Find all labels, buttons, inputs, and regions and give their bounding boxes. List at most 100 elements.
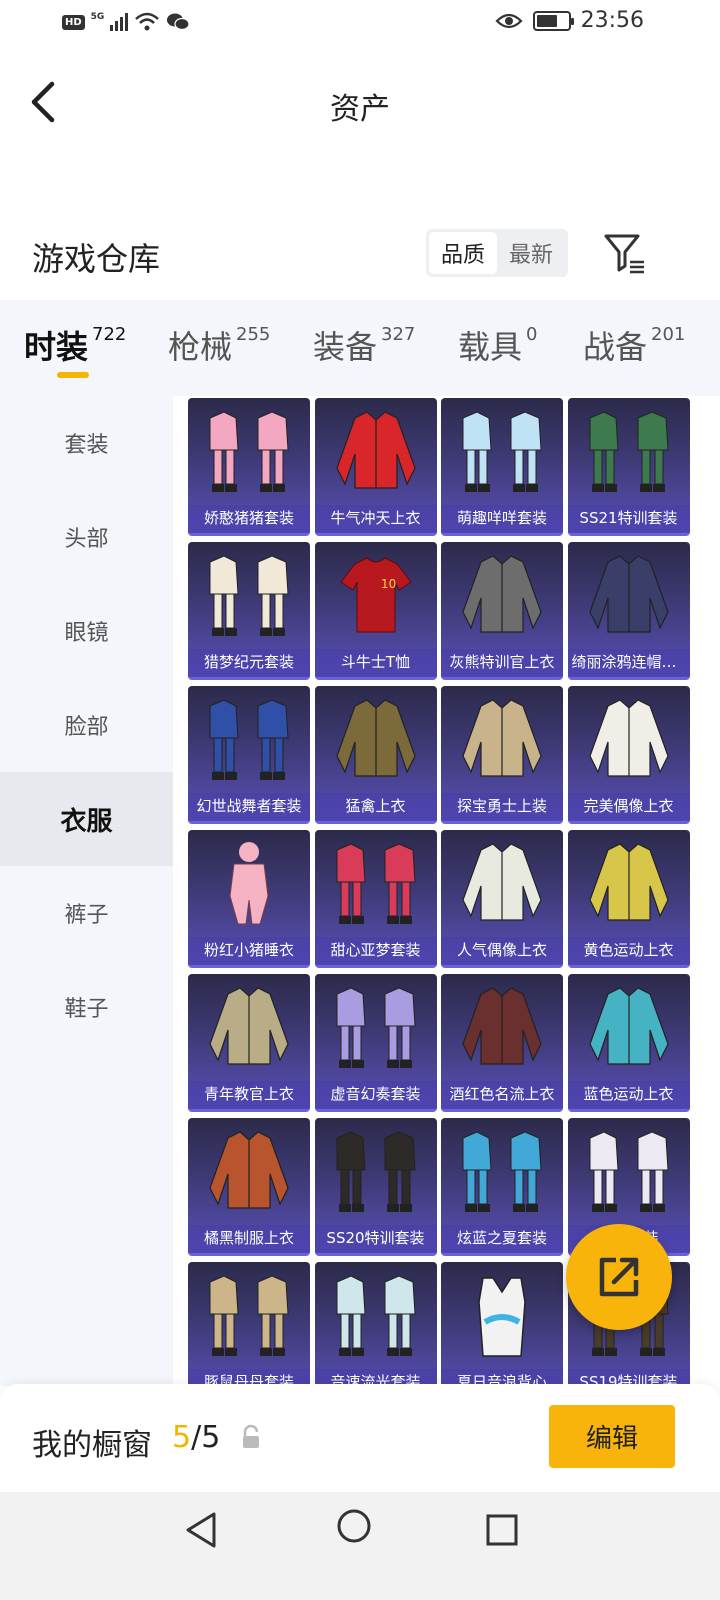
item-card[interactable]: 粉红小猪睡衣	[188, 830, 310, 968]
nav-back-icon	[186, 1512, 216, 1548]
item-card[interactable]: 猎梦纪元套装	[188, 542, 310, 680]
lock-icon	[240, 1424, 262, 1450]
item-card[interactable]: 完美偶像上衣	[567, 686, 690, 824]
item-name: 酒红色名流上衣	[441, 1081, 563, 1109]
subcategory-shoes[interactable]: 鞋子	[0, 960, 173, 1054]
item-name: 牛气冲天上衣	[314, 505, 437, 533]
subcategory-suit[interactable]: 套装	[0, 396, 173, 490]
item-image	[441, 542, 563, 650]
subcategory-head[interactable]: 头部	[0, 490, 173, 584]
item-card[interactable]: 甜心亚梦套装	[314, 830, 437, 968]
item-name: 幻世战舞者套装	[188, 793, 310, 821]
item-image	[441, 830, 563, 938]
tab-label: 枪械	[168, 328, 233, 366]
sort-option-quality[interactable]: 品质	[429, 232, 497, 274]
item-card[interactable]: 牛气冲天上衣	[314, 398, 437, 536]
edit-button[interactable]: 编辑	[549, 1405, 675, 1468]
nav-home-icon	[337, 1509, 371, 1543]
status-time: 23:56	[580, 8, 644, 33]
item-card[interactable]: 灰熊特训官上衣	[441, 542, 563, 680]
nav-home-button[interactable]	[336, 1508, 372, 1544]
item-name: 蓝色运动上衣	[567, 1081, 690, 1109]
tab-count: 0	[526, 324, 538, 345]
item-card[interactable]: 幻世战舞者套装	[188, 686, 310, 824]
item-card[interactable]: 音速流光套装	[314, 1262, 437, 1386]
subcategory-glasses[interactable]: 眼镜	[0, 584, 173, 678]
showcase-separator: /	[191, 1420, 202, 1455]
tab-count: 327	[381, 324, 416, 345]
item-card[interactable]: 探宝勇士上装	[441, 686, 563, 824]
item-image	[315, 1118, 437, 1226]
item-card[interactable]: 人气偶像上衣	[441, 830, 563, 968]
item-name: 探宝勇士上装	[441, 793, 563, 821]
item-name: SS20特训套装	[314, 1225, 437, 1253]
sort-option-newest[interactable]: 最新	[497, 232, 565, 274]
item-card[interactable]: SS20特训套装	[314, 1118, 437, 1256]
item-card[interactable]: 豚鼠丹丹套装	[188, 1262, 310, 1386]
item-card[interactable]: 虚音幻奏套装	[314, 974, 437, 1112]
status-left: HD 5G	[62, 12, 190, 32]
item-name: 完美偶像上衣	[567, 793, 690, 821]
tab-fashion[interactable]: 时装 722	[24, 322, 126, 368]
wechat-icon	[167, 13, 190, 31]
system-navigation-bar	[0, 1492, 720, 1600]
item-card[interactable]: 10 斗牛士T恤	[314, 542, 437, 680]
item-image	[568, 542, 690, 650]
item-card[interactable]: 酒红色名流上衣	[441, 974, 563, 1112]
item-image	[568, 830, 690, 938]
item-image	[441, 1118, 563, 1226]
tab-combat-supplies[interactable]: 战备 201	[583, 322, 685, 368]
item-image	[188, 398, 310, 506]
item-card[interactable]: 黄色运动上衣	[567, 830, 690, 968]
item-name: 娇憨猪猪套装	[188, 505, 310, 533]
tab-count: 722	[92, 324, 127, 345]
item-card[interactable]: 青年教官上衣	[188, 974, 310, 1112]
item-card[interactable]: 夏日音浪背心	[441, 1262, 563, 1386]
item-name: 绮丽涂鸦连帽卫衣	[567, 649, 690, 677]
item-image	[188, 974, 310, 1082]
item-image	[315, 686, 437, 794]
status-bar: HD 5G 23:56	[0, 0, 720, 48]
share-button[interactable]	[566, 1224, 672, 1330]
item-card[interactable]: 橘黑制服上衣	[188, 1118, 310, 1256]
subcategory-pants[interactable]: 裤子	[0, 866, 173, 960]
subcategory-clothes[interactable]: 衣服	[0, 772, 173, 866]
subcategory-sidebar: 套装 头部 眼镜 脸部 衣服 裤子 鞋子	[0, 396, 173, 1386]
eye-icon	[495, 13, 523, 28]
item-card[interactable]: SS21特训套装	[567, 398, 690, 536]
active-tab-indicator	[57, 372, 89, 378]
filter-icon	[604, 234, 644, 274]
item-image	[188, 542, 310, 650]
tab-label: 载具	[458, 328, 523, 366]
item-image	[188, 1262, 310, 1370]
item-name: 萌趣咩咩套装	[441, 505, 563, 533]
nav-recent-button[interactable]	[486, 1514, 518, 1546]
tab-label: 战备	[583, 328, 648, 366]
status-right: 23:56	[495, 8, 644, 33]
item-card[interactable]: 娇憨猪猪套装	[188, 398, 310, 536]
tab-equipment[interactable]: 装备 327	[313, 322, 415, 368]
svg-text:10: 10	[381, 577, 396, 591]
item-name: 黄色运动上衣	[567, 937, 690, 965]
filter-button[interactable]	[600, 230, 648, 276]
tab-firearms[interactable]: 枪械 255	[168, 322, 270, 368]
sort-toggle: 品质 最新	[426, 229, 568, 277]
item-card[interactable]: 猛禽上衣	[314, 686, 437, 824]
showcase-current: 5	[172, 1420, 192, 1455]
warehouse-title: 游戏仓库	[32, 240, 161, 278]
item-card[interactable]: 蓝色运动上衣	[567, 974, 690, 1112]
tab-count: 201	[651, 324, 686, 345]
hd-icon: HD	[62, 14, 85, 30]
tab-vehicles[interactable]: 载具 0	[458, 322, 537, 368]
item-image	[568, 398, 690, 506]
item-name: 人气偶像上衣	[441, 937, 563, 965]
item-name: 甜心亚梦套装	[314, 937, 437, 965]
item-name: 灰熊特训官上衣	[441, 649, 563, 677]
item-card[interactable]: 炫蓝之夏套装	[441, 1118, 563, 1256]
item-card[interactable]: 绮丽涂鸦连帽卫衣	[567, 542, 690, 680]
subcategory-face[interactable]: 脸部	[0, 678, 173, 772]
item-image	[568, 974, 690, 1082]
item-image	[315, 974, 437, 1082]
item-card[interactable]: 萌趣咩咩套装	[441, 398, 563, 536]
nav-back-button[interactable]	[182, 1510, 222, 1550]
